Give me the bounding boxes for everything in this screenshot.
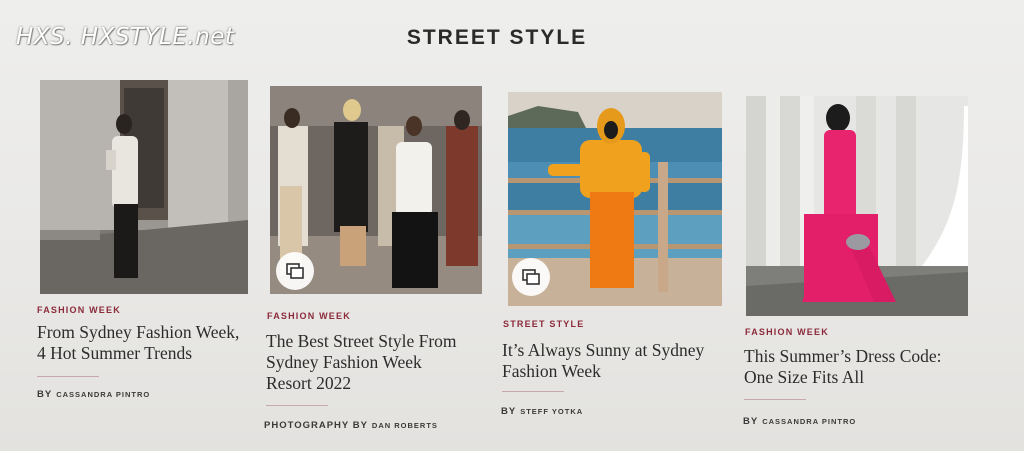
divider-rule <box>37 376 99 377</box>
street-style-section: HXS. HXSTYLE.net STREET STYLE FASHION WE… <box>0 0 1024 451</box>
article-card-2[interactable] <box>270 86 482 294</box>
article-card-3[interactable] <box>508 92 722 306</box>
article-byline-4: BY CASSANDRA PINTRO <box>743 416 856 427</box>
watermark-logo: HXS. HXSTYLE.net <box>16 24 235 50</box>
article-byline-3: BY STEFF YOTKA <box>501 406 583 417</box>
divider-rule <box>502 391 564 392</box>
headline-line[interactable]: One Size Fits All <box>744 367 984 388</box>
article-category-2[interactable]: FASHION WEEK <box>267 311 351 321</box>
headline-line[interactable]: It’s Always Sunny at Sydney <box>502 340 734 361</box>
headline-line[interactable]: Sydney Fashion Week <box>266 352 496 373</box>
article-image-4[interactable] <box>746 96 968 316</box>
author-link[interactable]: CASSANDRA PINTRO <box>56 390 150 399</box>
byline-prefix: BY <box>501 406 517 417</box>
byline-prefix: PHOTOGRAPHY BY <box>264 420 368 431</box>
article-category-4[interactable]: FASHION WEEK <box>745 327 829 337</box>
headline-line[interactable]: 4 Hot Summer Trends <box>37 343 267 364</box>
gallery-stack-icon[interactable] <box>512 258 550 296</box>
byline-prefix: BY <box>743 416 759 427</box>
headline-line[interactable]: The Best Street Style From <box>266 331 496 352</box>
article-headline-3[interactable]: It’s Always Sunny at Sydney Fashion Week <box>502 340 734 382</box>
article-byline-2: PHOTOGRAPHY BY DAN ROBERTS <box>264 420 438 431</box>
article-image-3[interactable] <box>508 92 722 306</box>
headline-line[interactable]: Fashion Week <box>502 361 734 382</box>
article-headline-1[interactable]: From Sydney Fashion Week, 4 Hot Summer T… <box>37 322 267 364</box>
headline-line[interactable]: This Summer’s Dress Code: <box>744 346 984 367</box>
byline-prefix: BY <box>37 389 53 400</box>
author-link[interactable]: CASSANDRA PINTRO <box>762 417 856 426</box>
article-byline-1: BY CASSANDRA PINTRO <box>37 389 150 400</box>
article-card-4[interactable] <box>746 96 968 316</box>
article-card-1[interactable] <box>40 80 248 294</box>
article-image-1[interactable] <box>40 80 248 294</box>
article-category-1[interactable]: FASHION WEEK <box>37 305 121 315</box>
article-headline-4[interactable]: This Summer’s Dress Code: One Size Fits … <box>744 346 984 388</box>
gallery-stack-icon[interactable] <box>276 252 314 290</box>
author-link[interactable]: DAN ROBERTS <box>372 421 438 430</box>
divider-rule <box>744 399 806 400</box>
author-link[interactable]: STEFF YOTKA <box>520 407 583 416</box>
divider-rule <box>266 405 328 406</box>
article-image-2[interactable] <box>270 86 482 294</box>
article-headline-2[interactable]: The Best Street Style From Sydney Fashio… <box>266 331 496 394</box>
article-category-3[interactable]: STREET STYLE <box>503 319 584 329</box>
headline-line[interactable]: From Sydney Fashion Week, <box>37 322 267 343</box>
headline-line[interactable]: Resort 2022 <box>266 373 496 394</box>
